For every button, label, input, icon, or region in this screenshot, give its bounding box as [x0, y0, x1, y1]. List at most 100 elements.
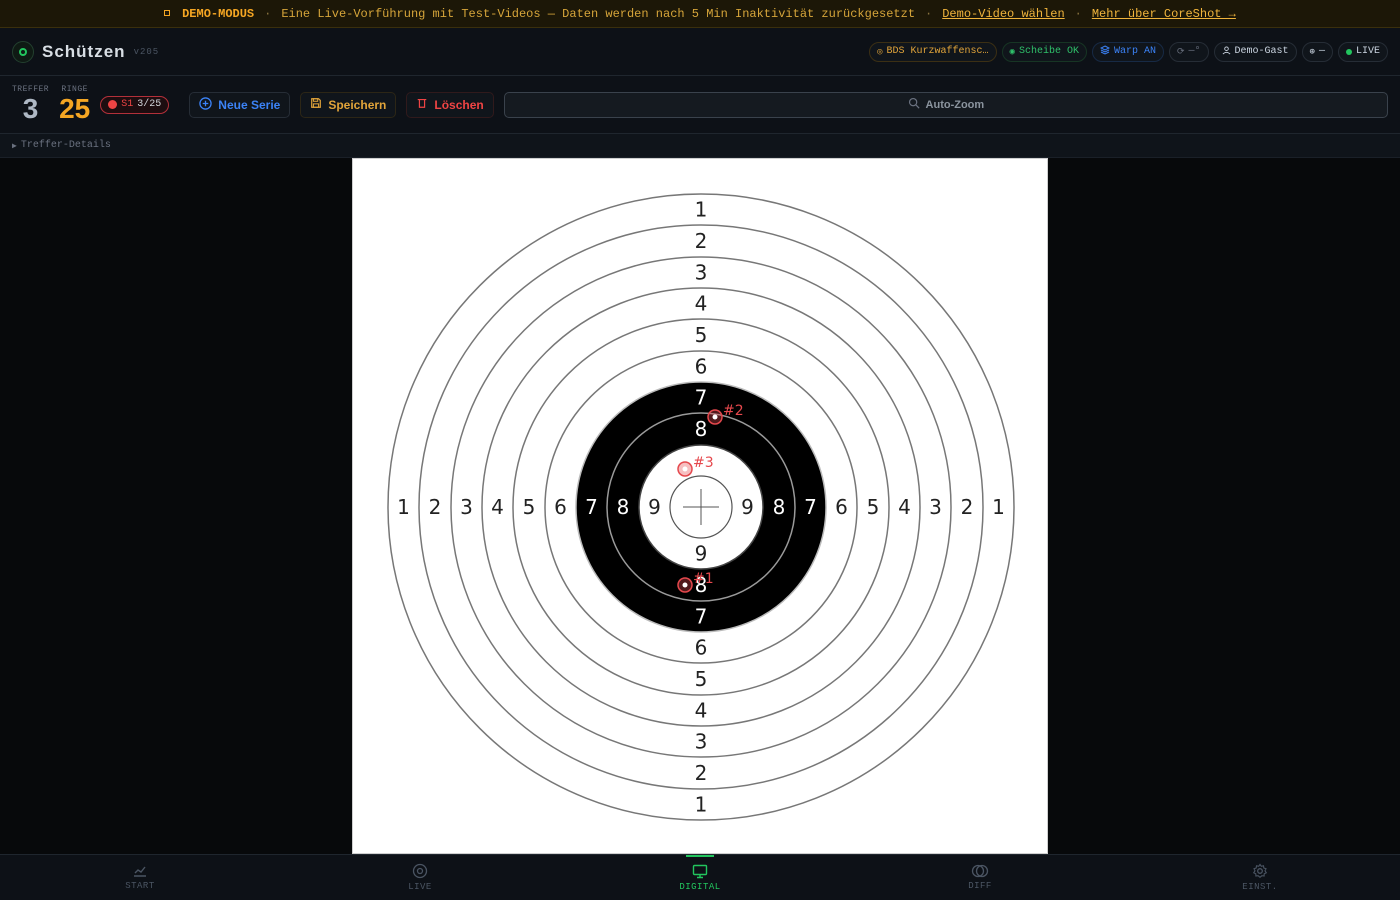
demo-text: Eine Live-Vorführung mit Test-Videos — D… [281, 6, 916, 21]
nav-start[interactable]: START [0, 855, 280, 900]
ring-number-3: 3 [695, 261, 708, 285]
ring-number-1: 1 [397, 495, 410, 519]
shot-label: #2 [723, 403, 744, 419]
chart-icon [132, 864, 148, 878]
ring-number-5: 5 [695, 667, 708, 691]
plus-circle-icon [199, 96, 213, 113]
ring-number-9: 9 [741, 495, 754, 519]
live-label: LIVE [1355, 46, 1380, 57]
live-dot-icon [1345, 48, 1352, 55]
crosshair-label: — [1318, 46, 1325, 57]
new-series-label: Neue Serie [218, 97, 281, 112]
hit-details-toggle[interactable]: ▶ Treffer-Details [0, 134, 1400, 158]
ring-number-1: 1 [695, 198, 708, 222]
ring-number-2: 2 [695, 761, 708, 785]
ring-number-3: 3 [460, 495, 473, 519]
target-status-label: Scheibe OK [1018, 46, 1079, 57]
auto-zoom-label: Auto-Zoom [925, 98, 985, 111]
shot-center [712, 414, 718, 420]
separator-dot: · [925, 6, 933, 21]
target-icon [412, 863, 428, 879]
ring-number-2: 2 [429, 495, 442, 519]
about-coreshot-link[interactable]: Mehr über CoreShot → [1092, 7, 1236, 21]
auto-zoom-button[interactable]: Auto-Zoom [503, 91, 1388, 118]
nav-start-label: START [125, 881, 155, 891]
nav-live[interactable]: LIVE [280, 855, 560, 900]
ring-number-5: 5 [523, 495, 536, 519]
rotation-label: —° [1188, 46, 1201, 57]
ring-number-7: 7 [585, 495, 598, 519]
app-header: Schützen v205 ◎ BDS Kurzwaffensc… ◉ Sche… [0, 28, 1400, 76]
ring-number-6: 6 [695, 636, 708, 660]
ring-number-1: 1 [695, 793, 708, 817]
discipline-pill[interactable]: ◎ BDS Kurzwaffensc… [869, 41, 997, 62]
rings-value: 25 [59, 93, 91, 124]
ring-number-5: 5 [695, 323, 708, 347]
ring-number-6: 6 [835, 495, 848, 519]
user-pill[interactable]: Demo-Gast [1213, 41, 1297, 62]
warp-pill[interactable]: Warp AN [1091, 41, 1164, 62]
nav-live-label: LIVE [408, 882, 432, 892]
ring-number-3: 3 [929, 495, 942, 519]
live-status-pill[interactable]: LIVE [1337, 41, 1388, 62]
zoom-icon [908, 97, 920, 112]
series-badge[interactable]: S1 3/25 [100, 95, 170, 114]
app-logo-icon [12, 40, 34, 63]
save-icon [310, 97, 322, 112]
rotation-pill[interactable]: ⟳ —° [1168, 41, 1209, 62]
trash-icon [416, 97, 428, 112]
nav-settings[interactable]: EINST. [1120, 855, 1400, 900]
warp-label: Warp AN [1113, 46, 1156, 57]
ring-number-4: 4 [491, 495, 504, 519]
nav-diff-label: DIFF [968, 881, 992, 891]
hits-value: 3 [22, 93, 39, 124]
ring-number-9: 9 [648, 495, 661, 519]
nav-diff[interactable]: DIFF [840, 855, 1120, 900]
refresh-icon: ⟳ [1176, 46, 1185, 57]
overlap-circles-icon [971, 864, 989, 878]
ring-number-7: 7 [695, 386, 708, 410]
demo-banner: DEMO-MODUS · Eine Live-Vorführung mit Te… [0, 0, 1400, 28]
ring-number-1: 1 [992, 495, 1005, 519]
save-label: Speichern [328, 97, 387, 112]
nav-digital[interactable]: DIGITAL [560, 855, 840, 900]
new-series-button[interactable]: Neue Serie [189, 91, 291, 118]
ring-number-9: 9 [695, 542, 708, 566]
discipline-label: BDS Kurzwaffensc… [886, 46, 989, 57]
app-title: Schützen [42, 41, 126, 61]
demo-video-link[interactable]: Demo-Video wählen [942, 7, 1064, 21]
ring-number-6: 6 [554, 495, 567, 519]
shot-label: #3 [693, 455, 714, 471]
target-svg: 111 1222 2333 3444 4555 5666 6777 7888 899 9#1#2#… [387, 193, 1015, 821]
hits-stat: TREFFER 3 [12, 85, 49, 124]
ring-number-7: 7 [804, 495, 817, 519]
crosshair-pill[interactable]: ⊕ — [1301, 41, 1333, 62]
delete-button[interactable]: Löschen [406, 91, 494, 118]
monitor-icon [692, 864, 708, 879]
ring-number-8: 8 [773, 495, 786, 519]
delete-label: Löschen [434, 97, 484, 112]
digital-target[interactable]: 1 1 1 1 2 2 2 2 3 3 3 3 4 4 4 4 5 5 5 5 6 6 6 6 7 7 7 7 8 8 8 8 9 9 9 #1 #2 #… [352, 158, 1048, 854]
ring-number-4: 4 [695, 699, 708, 723]
rings-stat: RINGE 25 [59, 85, 90, 124]
app-version: v205 [133, 46, 160, 57]
bottom-nav: START LIVE DIGITAL DIFF EINST. [0, 854, 1400, 900]
demo-icon [164, 7, 172, 21]
ring-number-4: 4 [898, 495, 911, 519]
layers-icon [1099, 45, 1111, 58]
ring-number-5: 5 [867, 495, 880, 519]
series-label: S1 [121, 99, 134, 110]
crosshair-icon: ⊕ [1309, 46, 1315, 57]
target-view: 1 1 1 1 2 2 2 2 3 3 3 3 4 4 4 4 5 5 5 5 6 6 6 6 7 7 7 7 8 8 8 8 9 9 9 #1 #2 #… [0, 158, 1400, 854]
caret-right-icon: ▶ [12, 141, 17, 151]
target-status-pill[interactable]: ◉ Scheibe OK [1001, 41, 1087, 62]
ring-number-2: 2 [695, 229, 708, 253]
shot-center [682, 466, 688, 472]
series-count: 3/25 [137, 99, 162, 110]
target-ok-icon: ◉ [1009, 46, 1015, 57]
hit-details-label: Treffer-Details [20, 140, 111, 151]
user-icon [1222, 45, 1231, 58]
ring-number-7: 7 [695, 605, 708, 629]
save-button[interactable]: Speichern [300, 91, 397, 118]
series-dot-icon [108, 100, 118, 109]
